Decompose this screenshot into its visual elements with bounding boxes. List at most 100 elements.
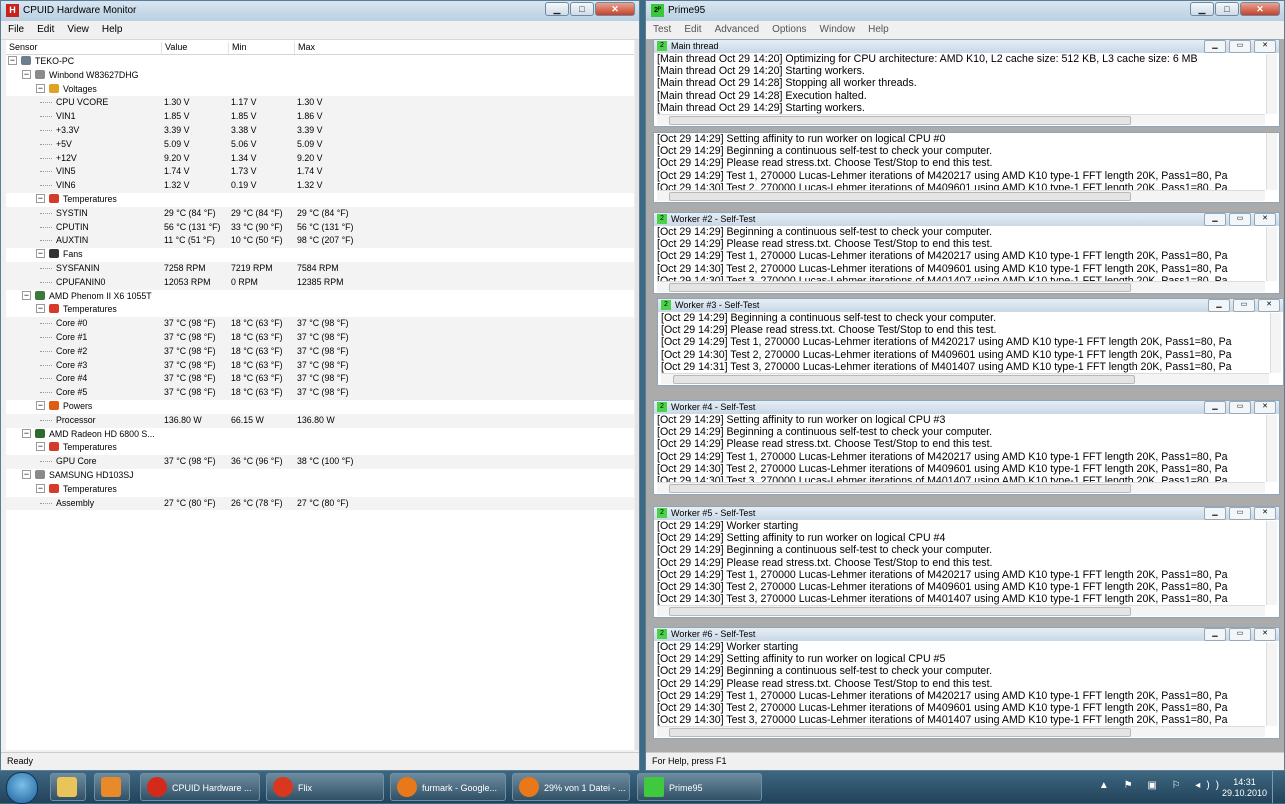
column-value[interactable]: Value bbox=[161, 42, 225, 54]
log-text[interactable]: [Oct 29 14:29] Worker starting [Oct 29 14… bbox=[657, 641, 1265, 726]
vertical-scrollbar[interactable] bbox=[1266, 133, 1277, 190]
horizontal-scrollbar[interactable] bbox=[657, 114, 1265, 125]
sensor-row[interactable]: CPUTIN 56 °C (131 °F) 33 °C (90 °F) 56 °C (… bbox=[6, 220, 634, 235]
child-close-button[interactable]: ✕ bbox=[1258, 299, 1280, 312]
vertical-scrollbar[interactable] bbox=[1270, 313, 1281, 373]
sensor-row[interactable]: Core #3 37 °C (98 °F) 18 °C (63 °F) 37 °C (… bbox=[6, 358, 634, 373]
child-titlebar[interactable]: 2 Worker #6 - Self-Test ▁ ▭ ✕ bbox=[654, 628, 1279, 641]
tree-node[interactable]: − AMD Radeon HD 6800 S... bbox=[6, 428, 634, 442]
menu-options[interactable]: Options bbox=[765, 21, 812, 35]
menu-edit[interactable]: Edit bbox=[677, 21, 707, 35]
child-close-button[interactable]: ✕ bbox=[1254, 628, 1276, 641]
child-restore-button[interactable]: ▭ bbox=[1229, 213, 1251, 226]
menu-advanced[interactable]: Advanced bbox=[708, 21, 765, 35]
taskbar-button[interactable]: Prime95 bbox=[637, 773, 762, 801]
worker-window[interactable]: 2 Main thread ▁ ▭ ✕ [Main thread Oct 29 14:20… bbox=[653, 39, 1280, 127]
collapse-toggle[interactable]: − bbox=[22, 69, 31, 79]
horizontal-scrollbar[interactable] bbox=[657, 482, 1265, 493]
sensor-row[interactable]: +3.3V 3.39 V 3.38 V 3.39 V bbox=[6, 123, 634, 138]
maximize-button[interactable]: □ bbox=[1215, 2, 1239, 16]
sensor-row[interactable]: Core #2 37 °C (98 °F) 18 °C (63 °F) 37 °C (… bbox=[6, 344, 634, 359]
hwmonitor-titlebar[interactable]: H CPUID Hardware Monitor ▁ □ ✕ bbox=[1, 1, 639, 21]
scroll-thumb[interactable] bbox=[669, 283, 1131, 292]
log-text[interactable]: [Main thread Oct 29 14:20] Optimizing fo… bbox=[657, 53, 1265, 114]
tray-icons[interactable]: ▲ ⚑ ▣ ⚐ ◂)) bbox=[1099, 780, 1225, 791]
minimize-button[interactable]: ▁ bbox=[545, 2, 569, 16]
taskbar-button[interactable]: furmark - Google... bbox=[390, 773, 506, 801]
child-minimize-button[interactable]: ▁ bbox=[1204, 213, 1226, 226]
collapse-toggle[interactable]: − bbox=[36, 304, 45, 314]
scroll-thumb[interactable] bbox=[673, 375, 1135, 384]
scroll-thumb[interactable] bbox=[669, 607, 1131, 616]
collapse-toggle[interactable]: − bbox=[36, 249, 45, 259]
log-text[interactable]: [Oct 29 14:29] Setting affinity to run w… bbox=[657, 414, 1265, 482]
sensor-row[interactable]: Core #0 37 °C (98 °F) 18 °C (63 °F) 37 °C (… bbox=[6, 317, 634, 331]
pinned-explorer[interactable] bbox=[50, 773, 86, 801]
log-text[interactable]: [Oct 29 14:29] Setting affinity to run w… bbox=[657, 133, 1265, 190]
worker-window[interactable]: 2 Worker #4 - Self-Test ▁ ▭ ✕ [Oct 29 14:29] … bbox=[653, 400, 1280, 495]
close-button[interactable]: ✕ bbox=[595, 2, 635, 16]
child-restore-button[interactable]: ▭ bbox=[1229, 507, 1251, 520]
child-restore-button[interactable]: ▭ bbox=[1229, 628, 1251, 641]
sensor-row[interactable]: SYSFANIN 7258 RPM 7219 RPM 7584 RPM bbox=[6, 261, 634, 276]
child-titlebar[interactable]: 2 Worker #2 - Self-Test ▁ ▭ ✕ bbox=[654, 213, 1279, 226]
child-close-button[interactable]: ✕ bbox=[1254, 401, 1276, 414]
child-titlebar[interactable]: 2 Main thread ▁ ▭ ✕ bbox=[654, 40, 1279, 53]
tree-node[interactable]: − Temperatures bbox=[6, 303, 634, 317]
close-button[interactable]: ✕ bbox=[1240, 2, 1280, 16]
scroll-thumb[interactable] bbox=[669, 484, 1131, 493]
tree-node[interactable]: − Temperatures bbox=[6, 193, 634, 207]
horizontal-scrollbar[interactable] bbox=[657, 190, 1265, 201]
child-minimize-button[interactable]: ▁ bbox=[1204, 628, 1226, 641]
sensor-row[interactable]: Core #1 37 °C (98 °F) 18 °C (63 °F) 37 °C (… bbox=[6, 330, 634, 345]
tree-node[interactable]: − Temperatures bbox=[6, 483, 634, 497]
show-desktop-button[interactable] bbox=[1272, 771, 1285, 803]
worker-window[interactable]: [Oct 29 14:29] Setting affinity to run w… bbox=[653, 132, 1280, 203]
log-text[interactable]: [Oct 29 14:29] Beginning a continuous se… bbox=[657, 226, 1265, 281]
horizontal-scrollbar[interactable] bbox=[657, 605, 1265, 616]
vertical-scrollbar[interactable] bbox=[1266, 521, 1277, 605]
start-button[interactable] bbox=[6, 772, 38, 804]
child-titlebar[interactable]: 2 Worker #5 - Self-Test ▁ ▭ ✕ bbox=[654, 507, 1279, 520]
collapse-toggle[interactable]: − bbox=[36, 401, 45, 410]
child-close-button[interactable]: ✕ bbox=[1254, 40, 1276, 53]
column-sensor[interactable]: Sensor bbox=[6, 42, 159, 54]
tree-node[interactable]: − Fans bbox=[6, 248, 634, 262]
scroll-thumb[interactable] bbox=[669, 116, 1131, 125]
sensor-row[interactable]: Core #4 37 °C (98 °F) 18 °C (63 °F) 37 °C (… bbox=[6, 372, 634, 387]
child-titlebar[interactable]: 2 Worker #4 - Self-Test ▁ ▭ ✕ bbox=[654, 401, 1279, 414]
collapse-toggle[interactable]: − bbox=[8, 56, 17, 65]
child-minimize-button[interactable]: ▁ bbox=[1204, 507, 1226, 520]
sensor-row[interactable]: VIN1 1.85 V 1.85 V 1.86 V bbox=[6, 110, 634, 124]
horizontal-scrollbar[interactable] bbox=[657, 281, 1265, 292]
child-minimize-button[interactable]: ▁ bbox=[1204, 40, 1226, 53]
horizontal-scrollbar[interactable] bbox=[657, 726, 1265, 737]
vertical-scrollbar[interactable] bbox=[1266, 415, 1277, 482]
collapse-toggle[interactable]: − bbox=[22, 428, 31, 438]
tree-node[interactable]: − Winbond W83627DHG bbox=[6, 69, 634, 83]
child-close-button[interactable]: ✕ bbox=[1254, 213, 1276, 226]
taskbar-button[interactable]: Flix bbox=[266, 773, 384, 801]
menu-view[interactable]: View bbox=[60, 21, 95, 35]
pinned-mediaplayer[interactable] bbox=[94, 773, 130, 801]
menu-edit[interactable]: Edit bbox=[30, 21, 60, 35]
collapse-toggle[interactable]: − bbox=[22, 290, 31, 300]
sensor-row[interactable]: VIN6 1.32 V 0.19 V 1.32 V bbox=[6, 179, 634, 193]
child-close-button[interactable]: ✕ bbox=[1254, 507, 1276, 520]
worker-window[interactable]: 2 Worker #6 - Self-Test ▁ ▭ ✕ [Oct 29 14:29] … bbox=[653, 627, 1280, 739]
splitter[interactable] bbox=[635, 40, 639, 750]
menu-help[interactable]: Help bbox=[861, 21, 895, 35]
vertical-scrollbar[interactable] bbox=[1266, 54, 1277, 114]
collapse-toggle[interactable]: − bbox=[36, 483, 45, 493]
tree-node[interactable]: − SAMSUNG HD103SJ bbox=[6, 469, 634, 483]
tree-node[interactable]: − Powers bbox=[6, 400, 634, 414]
minimize-button[interactable]: ▁ bbox=[1190, 2, 1214, 16]
sensor-row[interactable]: VIN5 1.74 V 1.73 V 1.74 V bbox=[6, 165, 634, 180]
column-min[interactable]: Min bbox=[228, 42, 292, 54]
sensor-row[interactable]: CPU VCORE 1.30 V 1.17 V 1.30 V bbox=[6, 96, 634, 111]
vertical-scrollbar[interactable] bbox=[1266, 227, 1277, 281]
horizontal-scrollbar[interactable] bbox=[661, 373, 1269, 384]
sensor-row[interactable]: AUXTIN 11 °C (51 °F) 10 °C (50 °F) 98 °C (2… bbox=[6, 234, 634, 249]
column-max[interactable]: Max bbox=[294, 42, 358, 54]
sensor-row[interactable]: +5V 5.09 V 5.06 V 5.09 V bbox=[6, 137, 634, 152]
